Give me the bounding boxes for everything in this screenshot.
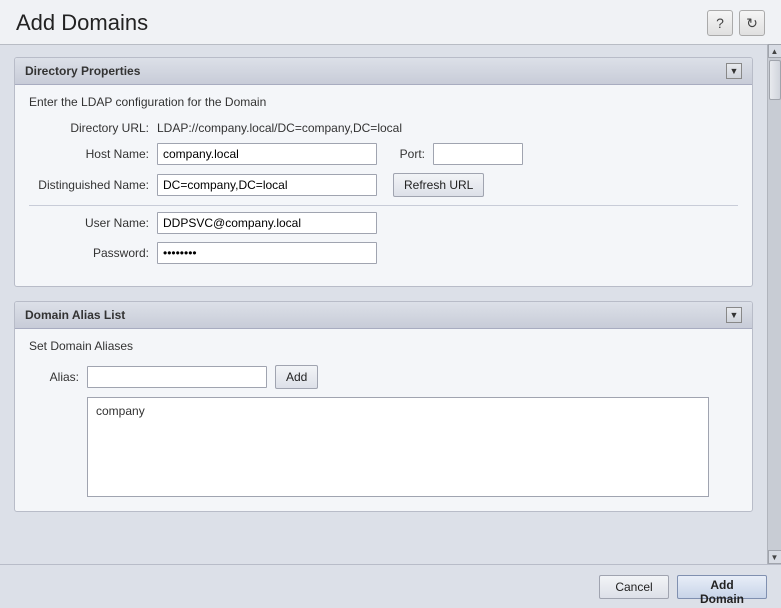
dn-row: Distinguished Name: Refresh URL	[29, 173, 738, 197]
content-area: Directory Properties ▼ Enter the LDAP co…	[0, 45, 767, 564]
alias-input-row: Alias: Add	[29, 365, 738, 389]
directory-panel-header: Directory Properties ▼	[15, 58, 752, 85]
header: Add Domains ? ↻	[0, 0, 781, 45]
directory-panel-collapse-btn[interactable]: ▼	[726, 63, 742, 79]
scroll-up-arrow[interactable]: ▲	[768, 44, 781, 58]
hostname-input[interactable]	[157, 143, 377, 165]
username-label: User Name:	[29, 216, 149, 230]
hostname-row: Host Name: Port:	[29, 143, 738, 165]
page-title: Add Domains	[16, 10, 148, 36]
alias-panel-header: Domain Alias List ▼	[15, 302, 752, 329]
password-input[interactable]	[157, 242, 377, 264]
cancel-button[interactable]: Cancel	[599, 575, 669, 599]
main-container: Add Domains ? ↻ ▲ ▼ Directory Properties…	[0, 0, 781, 608]
help-icon: ?	[716, 15, 724, 31]
alias-label: Alias:	[29, 370, 79, 384]
add-domain-button[interactable]: Add Domain	[677, 575, 767, 599]
password-row: Password:	[29, 242, 738, 264]
help-button[interactable]: ?	[707, 10, 733, 36]
port-label: Port:	[385, 147, 425, 161]
footer: Cancel Add Domain	[0, 564, 781, 608]
username-row: User Name:	[29, 212, 738, 234]
alias-panel-body: Set Domain Aliases Alias: Add company	[15, 329, 752, 511]
header-icons: ? ↻	[707, 10, 765, 36]
directory-panel-body: Enter the LDAP configuration for the Dom…	[15, 85, 752, 286]
dn-label: Distinguished Name:	[29, 178, 149, 192]
username-input[interactable]	[157, 212, 377, 234]
directory-panel-subtitle: Enter the LDAP configuration for the Dom…	[29, 95, 738, 109]
divider	[29, 205, 738, 206]
alias-panel: Domain Alias List ▼ Set Domain Aliases A…	[14, 301, 753, 512]
refresh-icon: ↻	[746, 15, 758, 32]
directory-properties-panel: Directory Properties ▼ Enter the LDAP co…	[14, 57, 753, 287]
directory-url-value: LDAP://company.local/DC=company,DC=local	[157, 121, 402, 135]
scrollbar-thumb[interactable]	[769, 60, 781, 100]
alias-input[interactable]	[87, 366, 267, 388]
alias-panel-subtitle: Set Domain Aliases	[29, 339, 738, 353]
port-input[interactable]	[433, 143, 523, 165]
alias-list: company	[87, 397, 709, 497]
hostname-label: Host Name:	[29, 147, 149, 161]
refresh-button[interactable]: ↻	[739, 10, 765, 36]
directory-panel-title: Directory Properties	[25, 64, 140, 78]
dn-input[interactable]	[157, 174, 377, 196]
alias-panel-title: Domain Alias List	[25, 308, 125, 322]
directory-url-label: Directory URL:	[29, 121, 149, 135]
alias-panel-collapse-btn[interactable]: ▼	[726, 307, 742, 323]
refresh-url-button[interactable]: Refresh URL	[393, 173, 484, 197]
scroll-down-arrow[interactable]: ▼	[768, 550, 781, 564]
password-label: Password:	[29, 246, 149, 260]
add-alias-button[interactable]: Add	[275, 365, 318, 389]
alias-list-item: company	[96, 404, 700, 418]
scrollbar: ▲ ▼	[767, 44, 781, 564]
directory-url-row: Directory URL: LDAP://company.local/DC=c…	[29, 121, 738, 135]
